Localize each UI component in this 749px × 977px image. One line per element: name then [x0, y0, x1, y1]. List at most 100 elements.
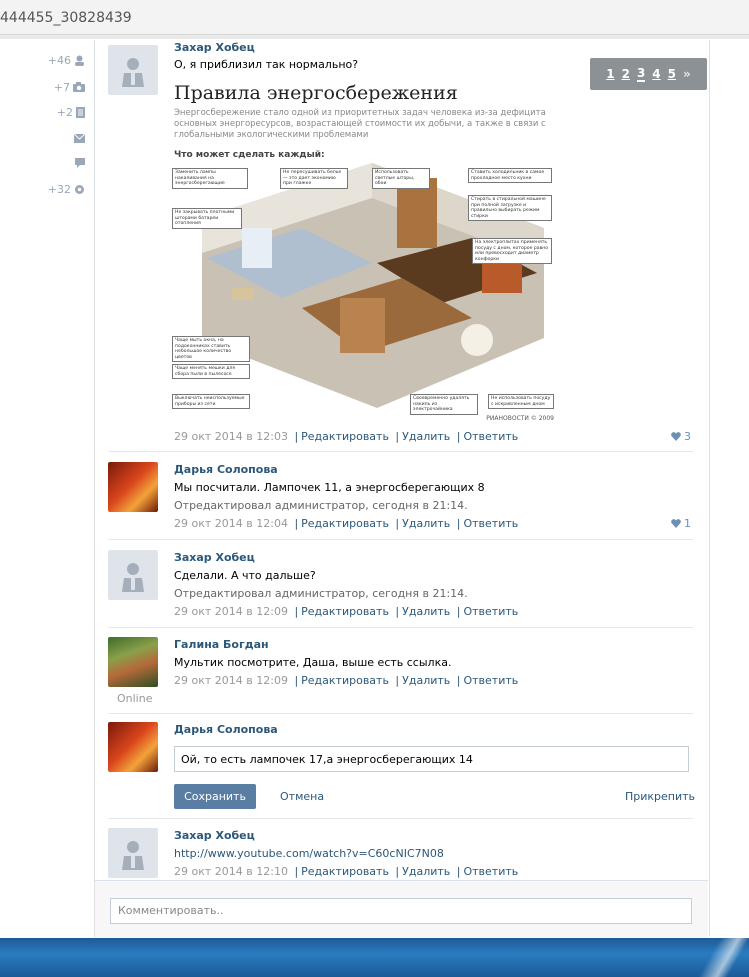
nav-item-friends[interactable]: +46	[48, 52, 85, 68]
comment-text: Сделали. А что дальше?	[174, 569, 316, 582]
page-link-5[interactable]: 5	[668, 67, 676, 81]
comment-meta: 29 окт 2014 в 12:10 | Редактировать | Удал…	[174, 865, 519, 878]
nav-count-videos: +2	[56, 105, 73, 119]
edit-link[interactable]: Редактировать	[301, 674, 389, 687]
nav-item-chat[interactable]	[75, 155, 85, 171]
page-current-3: 3	[636, 66, 646, 82]
tip-callout: Заменить лампы накаливания на энергосбер…	[172, 168, 248, 189]
comment-divider	[108, 539, 693, 540]
tip-callout: Не пересушивать белье — это дает экономи…	[280, 168, 348, 189]
like-count: 1	[684, 517, 691, 530]
avatar[interactable]	[108, 722, 158, 772]
page-link-2[interactable]: 2	[622, 67, 630, 81]
like-button[interactable]: 3	[671, 430, 691, 443]
tip-callout: Использовать светлые шторы, обои	[372, 168, 430, 189]
new-comment-input[interactable]: Комментировать..	[110, 898, 692, 924]
avatar[interactable]	[108, 462, 158, 512]
reply-link[interactable]: Ответить	[463, 430, 518, 443]
taskbar-highlight	[699, 938, 749, 977]
page-link-1[interactable]: 1	[606, 67, 614, 81]
comment-text: Мы посчитали. Лампочек 11, а энергосбере…	[174, 481, 485, 494]
infographic-credit: РИАНОВОСТИ © 2009	[486, 415, 554, 422]
user-icon	[75, 55, 84, 66]
save-button[interactable]: Сохранить	[174, 784, 256, 809]
comment-author[interactable]: Дарья Солопова	[174, 723, 278, 736]
reply-link[interactable]: Ответить	[463, 865, 518, 878]
default-avatar-icon	[122, 58, 144, 87]
delete-link[interactable]: Удалить	[402, 674, 450, 687]
edited-note: Отредактировал администратор, сегодня в …	[174, 499, 468, 512]
mail-icon	[74, 133, 85, 143]
delete-link[interactable]: Удалить	[402, 865, 450, 878]
reply-link[interactable]: Ответить	[463, 674, 518, 687]
page-link-4[interactable]: 4	[652, 67, 660, 81]
tip-callout: Чаще менять мешки для сбора пыли в пылес…	[172, 364, 250, 379]
nav-count-photos: +7	[53, 80, 70, 94]
edited-note: Отредактировал администратор, сегодня в …	[174, 587, 468, 600]
default-avatar-icon	[122, 841, 144, 870]
video-icon	[76, 106, 85, 118]
comment-text: Мультик посмотрите, Даша, выше есть ссыл…	[174, 656, 452, 669]
tip-callout: Не использовать посуду с искривленным дн…	[488, 394, 554, 409]
nav-item-messages[interactable]	[74, 130, 85, 146]
delete-link[interactable]: Удалить	[402, 605, 450, 618]
comment-meta: 29 окт 2014 в 12:09 | Редактировать | Удал…	[174, 674, 519, 687]
delete-link[interactable]: Удалить	[402, 517, 450, 530]
edit-link[interactable]: Редактировать	[301, 605, 389, 618]
tip-callout: Стирать в стиральной машине при полной з…	[468, 195, 552, 221]
online-status: Online	[117, 692, 153, 705]
like-button[interactable]: 1	[671, 517, 691, 530]
comment-author[interactable]: Галина Богдан	[174, 638, 269, 651]
tip-callout: Не закрывать плотными шторами батареи от…	[172, 208, 242, 229]
tip-callout: Выключать неиспользуемые приборы из сети	[172, 394, 250, 409]
avatar[interactable]	[108, 637, 158, 687]
comment-date[interactable]: 29 окт 2014 в 12:10	[174, 865, 288, 878]
nav-item-photos[interactable]: +7	[54, 79, 85, 95]
comment-date[interactable]: 29 окт 2014 в 12:03	[174, 430, 288, 443]
reply-link[interactable]: Ответить	[463, 605, 518, 618]
delete-link[interactable]: Удалить	[402, 430, 450, 443]
comment-author[interactable]: Дарья Солопова	[174, 463, 278, 476]
photo-pager: 1 2 3 4 5 »	[590, 58, 707, 90]
comment-text: О, я приблизил так нормально?	[174, 58, 359, 71]
left-nav: +46 +7 +2 +32	[0, 40, 93, 940]
edit-link[interactable]: Редактировать	[301, 430, 389, 443]
like-count: 3	[684, 430, 691, 443]
tip-callout: Своевременно удалять накипь из электроча…	[410, 394, 478, 415]
reply-link[interactable]: Ответить	[463, 517, 518, 530]
edit-comment-input[interactable]: Ой, то есть лампочек 17,а энергосберегаю…	[174, 746, 689, 772]
comment-divider	[108, 627, 693, 628]
comment-date[interactable]: 29 окт 2014 в 12:04	[174, 517, 288, 530]
attach-link[interactable]: Прикрепить	[625, 790, 695, 803]
avatar[interactable]	[108, 828, 158, 878]
comment-divider	[108, 818, 693, 819]
nav-item-videos[interactable]: +2	[57, 104, 85, 120]
comment-link-text[interactable]: http://www.youtube.com/watch?v=C60cNIC7N…	[174, 847, 444, 860]
nav-count-friends: +46	[47, 53, 71, 67]
tip-callout: Чаще мыть окна, на подоконниках ставить …	[172, 336, 250, 362]
comment-divider	[108, 451, 693, 452]
top-divider	[0, 35, 749, 39]
heart-icon	[671, 432, 681, 441]
nav-item-settings[interactable]: +32	[48, 181, 85, 197]
comment-date[interactable]: 29 окт 2014 в 12:09	[174, 674, 288, 687]
comment-author[interactable]: Захар Хобец	[174, 551, 255, 564]
comment-meta: 29 окт 2014 в 12:09 | Редактировать | Удал…	[174, 605, 519, 618]
os-taskbar	[0, 938, 749, 977]
cancel-button[interactable]: Отмена	[280, 790, 324, 803]
tip-callout: Ставить холодильник в самое прохладное м…	[468, 168, 552, 183]
energy-saving-infographic[interactable]: Правила энергосбережения Энергосбережени…	[172, 78, 556, 424]
default-avatar-icon	[122, 563, 144, 592]
edit-link[interactable]: Редактировать	[301, 865, 389, 878]
gear-icon	[75, 184, 84, 194]
edit-link[interactable]: Редактировать	[301, 517, 389, 530]
comment-date[interactable]: 29 окт 2014 в 12:09	[174, 605, 288, 618]
comment-meta: 29 окт 2014 в 12:03 | Редактировать | Удал…	[174, 430, 519, 443]
comment-author[interactable]: Захар Хобец	[174, 829, 255, 842]
avatar[interactable]	[108, 45, 158, 95]
heart-icon	[671, 519, 681, 528]
page-next-arrow[interactable]: »	[683, 67, 691, 81]
avatar[interactable]	[108, 550, 158, 600]
comment-meta: 29 окт 2014 в 12:04 | Редактировать | Удал…	[174, 517, 519, 530]
comment-author[interactable]: Захар Хобец	[174, 41, 255, 54]
